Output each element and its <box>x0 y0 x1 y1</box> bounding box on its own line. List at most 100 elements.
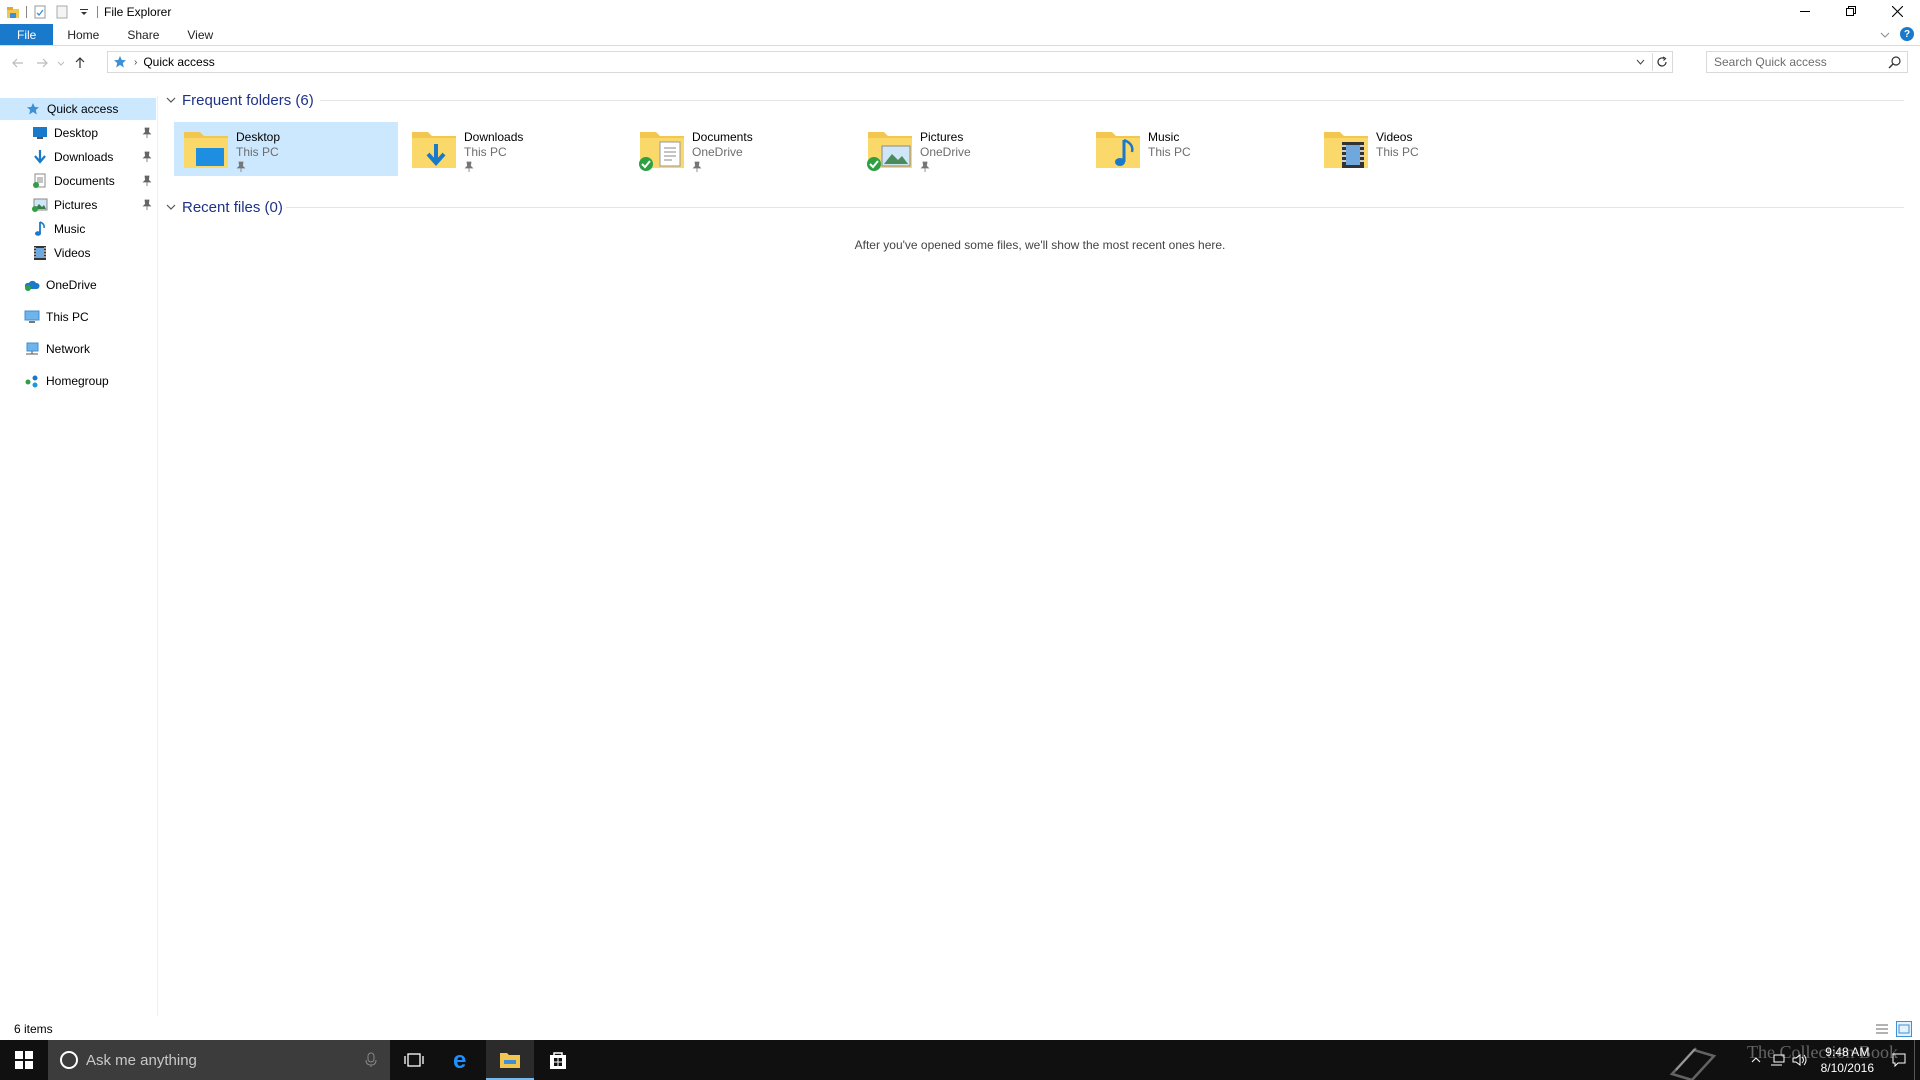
collapse-chevron-icon[interactable] <box>166 95 176 106</box>
search-icon[interactable] <box>1887 54 1903 70</box>
nav-this-pc[interactable]: This PC <box>0 306 156 328</box>
properties-icon[interactable] <box>33 5 47 19</box>
pictures-icon <box>32 197 48 213</box>
restore-button[interactable] <box>1828 0 1874 22</box>
show-desktop-button[interactable] <box>1914 1040 1920 1080</box>
cortana-icon <box>60 1051 78 1069</box>
tab-home[interactable]: Home <box>53 24 113 45</box>
cortana-search-box[interactable]: Ask me anything <box>48 1040 390 1080</box>
nav-homegroup[interactable]: Homegroup <box>0 370 156 392</box>
close-button[interactable] <box>1874 0 1920 22</box>
book-watermark-icon <box>1666 1040 1720 1080</box>
folder-location: OneDrive <box>920 145 971 159</box>
breadcrumb-quick-access[interactable]: Quick access <box>143 55 214 69</box>
ribbon-right-controls: ? <box>1880 27 1914 41</box>
tab-file[interactable]: File <box>0 24 54 45</box>
help-icon[interactable]: ? <box>1900 27 1914 41</box>
pin-icon <box>236 161 246 172</box>
documents-folder-icon <box>638 124 686 172</box>
folder-tile-desktop[interactable]: Desktop This PC <box>174 122 398 176</box>
address-bar[interactable]: › Quick access <box>107 51 1673 73</box>
forward-arrow-icon <box>37 58 48 68</box>
microphone-icon[interactable] <box>364 1052 378 1068</box>
toolbar-separator <box>26 6 27 18</box>
folder-tile-pictures[interactable]: Pictures OneDrive <box>858 122 1082 176</box>
videos-folder-icon <box>1322 124 1370 172</box>
customize-toolbar-chevron-icon[interactable] <box>77 5 91 19</box>
file-explorer-app-icon[interactable] <box>6 5 20 19</box>
taskbar: Ask me anything e The Collection Book 9:… <box>0 1040 1920 1080</box>
tab-view[interactable]: View <box>173 24 227 45</box>
pin-icon[interactable] <box>142 175 152 187</box>
window-title: File Explorer <box>104 5 172 19</box>
pin-icon[interactable] <box>142 199 152 211</box>
details-view-button[interactable] <box>1874 1021 1890 1037</box>
expand-ribbon-chevron-icon[interactable] <box>1880 27 1890 41</box>
group-header-recent-files[interactable]: Recent files (0) <box>166 197 283 217</box>
folder-name: Desktop <box>236 130 281 144</box>
task-view-button[interactable] <box>390 1040 438 1080</box>
item-count: 6 items <box>14 1022 53 1036</box>
collapse-chevron-icon[interactable] <box>166 202 176 213</box>
download-arrow-icon <box>32 149 48 165</box>
refresh-icon <box>1656 56 1667 67</box>
group-divider <box>286 207 1904 208</box>
nav-item-label: Documents <box>54 174 115 188</box>
store-icon <box>550 1052 566 1069</box>
nav-documents[interactable]: Documents <box>0 170 156 192</box>
folder-location: This PC <box>1148 145 1191 159</box>
nav-network[interactable]: Network <box>0 338 156 360</box>
minimize-icon <box>1800 11 1810 12</box>
onedrive-icon <box>24 277 40 293</box>
nav-pictures[interactable]: Pictures <box>0 194 156 216</box>
folder-tile-downloads[interactable]: Downloads This PC <box>402 122 626 176</box>
quick-access-star-icon <box>25 101 41 117</box>
back-button[interactable] <box>6 51 30 75</box>
nav-quick-access[interactable]: Quick access <box>0 98 156 120</box>
taskbar-store[interactable] <box>534 1040 582 1080</box>
pin-icon[interactable] <box>142 151 152 163</box>
pin-icon <box>920 161 930 172</box>
nav-downloads[interactable]: Downloads <box>0 146 156 168</box>
new-folder-icon[interactable] <box>55 5 69 19</box>
minimize-button[interactable] <box>1782 0 1828 22</box>
details-view-icon <box>1876 1024 1888 1034</box>
folder-tile-music[interactable]: Music This PC <box>1086 122 1310 176</box>
folder-location: This PC <box>1376 145 1419 159</box>
folder-location: OneDrive <box>692 145 743 159</box>
start-button[interactable] <box>0 1040 48 1080</box>
taskbar-edge[interactable]: e <box>438 1040 486 1080</box>
nav-item-label: Music <box>54 222 86 236</box>
forward-button[interactable] <box>30 51 54 75</box>
edge-browser-icon: e <box>453 1049 466 1071</box>
refresh-button[interactable] <box>1652 53 1670 71</box>
recent-locations-button[interactable] <box>54 51 68 75</box>
music-folder-icon <box>1094 124 1142 172</box>
nav-onedrive[interactable]: OneDrive <box>0 274 156 296</box>
pin-icon[interactable] <box>142 127 152 139</box>
group-header-frequent-folders[interactable]: Frequent folders (6) <box>166 90 314 110</box>
folder-location: This PC <box>236 145 279 159</box>
nav-item-label: Downloads <box>54 150 114 164</box>
tab-share[interactable]: Share <box>113 24 173 45</box>
windows-logo-icon <box>15 1051 33 1069</box>
network-icon <box>24 341 40 357</box>
taskbar-file-explorer[interactable] <box>486 1040 534 1080</box>
large-icons-view-button[interactable] <box>1896 1021 1912 1037</box>
folder-name: Pictures <box>920 130 964 144</box>
folder-tile-videos[interactable]: Videos This PC <box>1314 122 1538 176</box>
nav-music[interactable]: Music <box>0 218 156 240</box>
quick-access-star-icon <box>112 54 128 70</box>
breadcrumb-separator-icon[interactable]: › <box>134 57 137 68</box>
address-history-button[interactable] <box>1632 54 1648 70</box>
up-button[interactable] <box>68 51 92 75</box>
search-input[interactable]: Search Quick access <box>1706 51 1908 73</box>
folder-tile-documents[interactable]: Documents OneDrive <box>630 122 854 176</box>
status-bar: 6 items <box>0 1018 1920 1040</box>
desktop-folder-icon <box>182 124 230 172</box>
chevron-down-icon <box>57 61 65 66</box>
music-note-icon <box>32 221 48 237</box>
nav-item-label: Network <box>46 342 91 356</box>
view-toggle-group <box>1874 1021 1912 1037</box>
nav-desktop[interactable]: Desktop <box>0 122 156 144</box>
